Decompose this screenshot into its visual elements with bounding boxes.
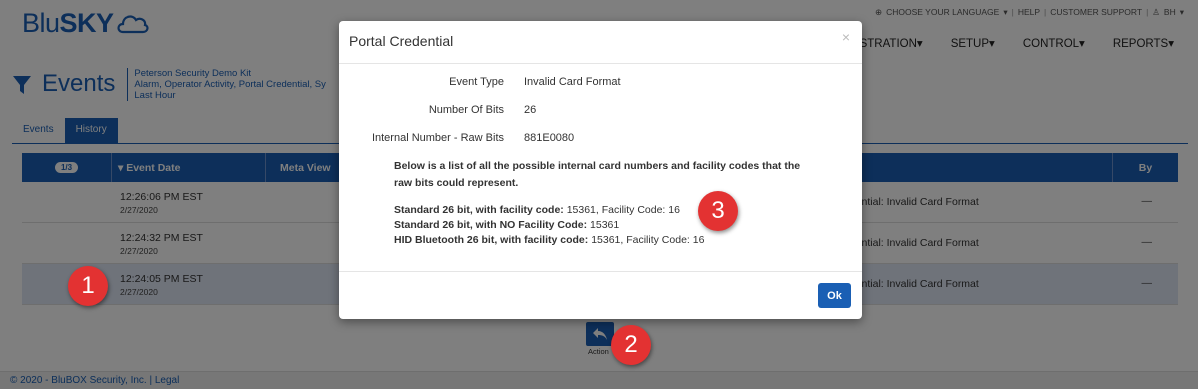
possibility-value: 15361, Facility Code: 16 [566,204,680,216]
close-icon[interactable]: × [842,29,850,45]
possibility-item: HID Bluetooth 26 bit, with facility code… [394,234,704,246]
raw-bits-value: 881E0080 [524,132,575,144]
event-type-label: Event Type [449,76,504,88]
bits-label: Number Of Bits [428,104,504,116]
modal-header-divider [339,63,862,64]
modal-title: Portal Credential [349,33,454,49]
raw-bits-label: Internal Number - Raw Bits [371,132,504,144]
possibility-value: 15361 [590,219,620,231]
possibility-value: 15361, Facility Code: 16 [591,234,705,246]
ok-button[interactable]: Ok [818,283,851,308]
callout-marker: 3 [698,191,738,231]
bits-value: 26 [524,104,537,116]
callout-marker: 1 [68,266,108,306]
possibility-label: Standard 26 bit, with facility code: [394,204,564,216]
callout-marker: 2 [611,325,651,365]
possibilities-note: Below is a list of all the possible inte… [394,160,801,189]
portal-credential-modal: Portal Credential × Event Type Invalid C… [339,21,862,319]
modal-footer-divider [339,271,862,272]
possibility-label: HID Bluetooth 26 bit, with facility code… [394,234,589,246]
possibility-label: Standard 26 bit, with NO Facility Code: [394,219,588,231]
event-type-value: Invalid Card Format [524,76,621,88]
possibility-item: Standard 26 bit, with facility code: 153… [394,204,680,216]
possibility-item: Standard 26 bit, with NO Facility Code: … [394,219,619,231]
